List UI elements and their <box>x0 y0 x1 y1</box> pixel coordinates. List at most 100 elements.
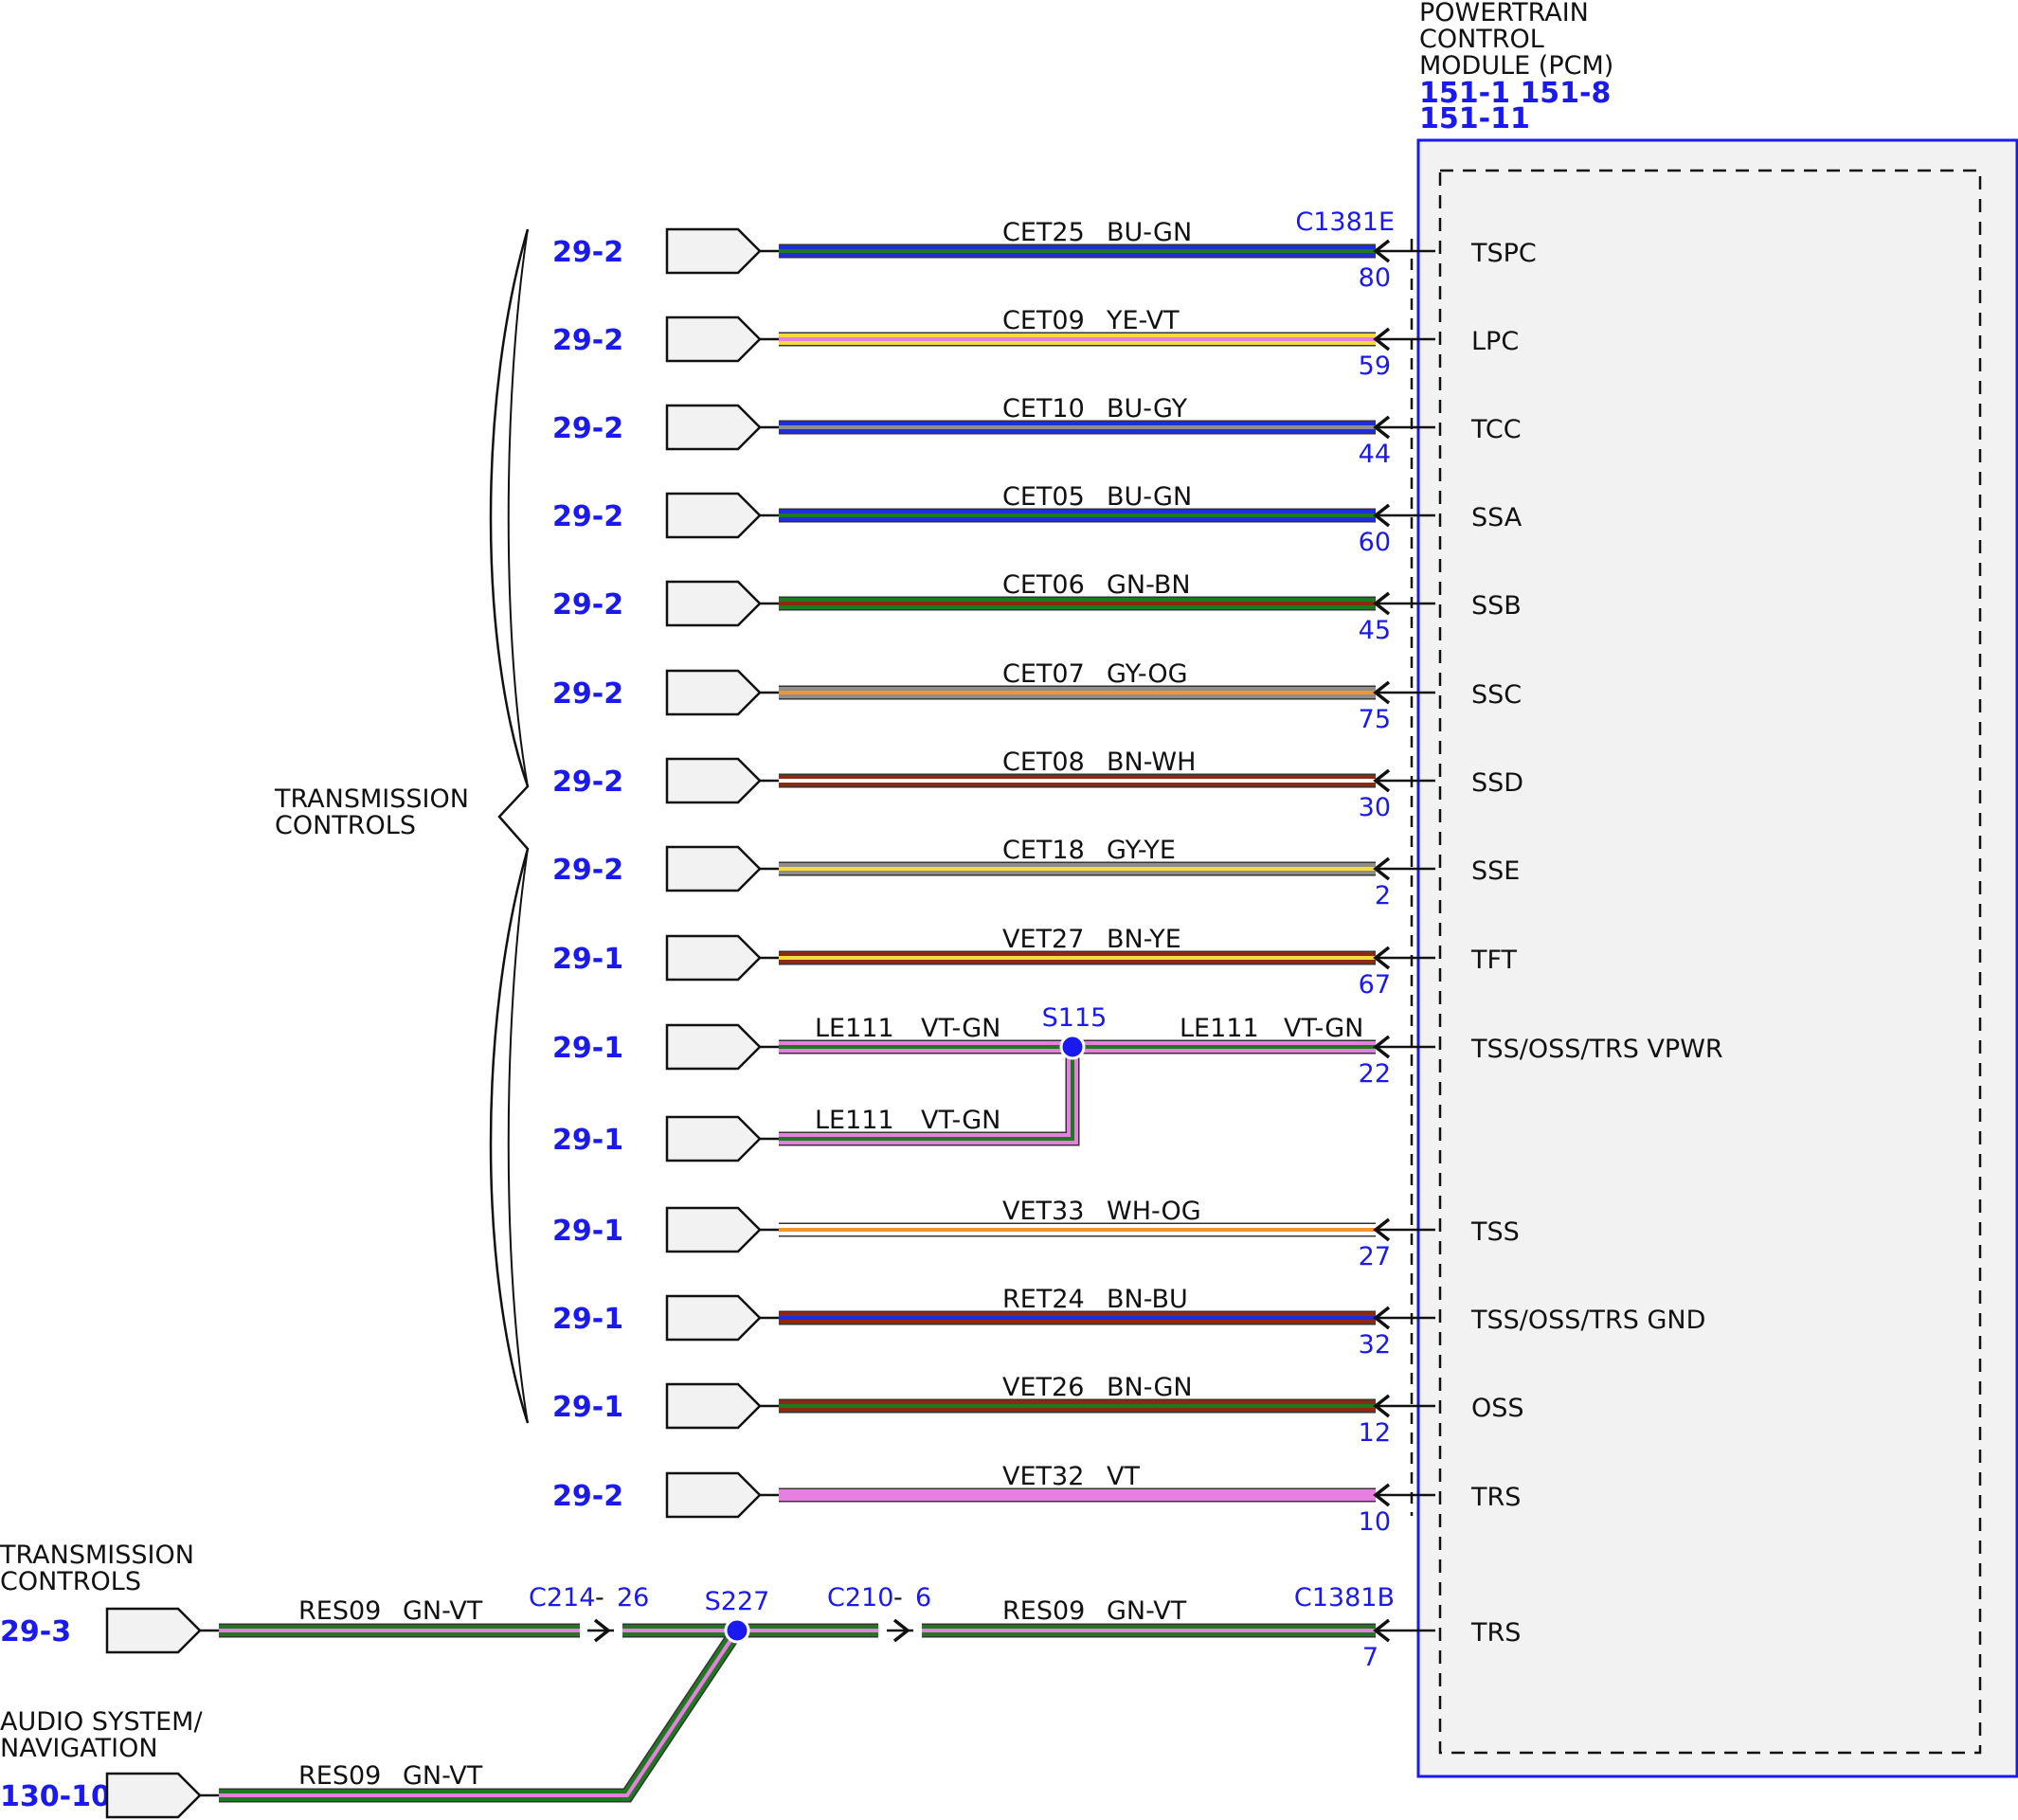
wire-color: GN-BN <box>1107 570 1191 600</box>
connector-cet06[interactable] <box>665 580 762 627</box>
circuit-row: 29-2 CET06 GN-BN 45 SSB <box>552 570 1522 645</box>
connector-source2[interactable] <box>105 1772 202 1819</box>
connector-source1[interactable] <box>105 1607 202 1654</box>
circuit-ref: 29-1 <box>552 1215 623 1248</box>
circuit-id: CET18 <box>1002 836 1085 865</box>
connector-vet27[interactable] <box>665 934 762 982</box>
connector-cet08[interactable] <box>665 757 762 804</box>
wire-color-left: VT-GN <box>921 1014 1000 1043</box>
circuit-id: CET07 <box>1002 659 1085 689</box>
splice-s115-dot[interactable] <box>1059 1034 1086 1060</box>
connector-c210-label: C210 <box>827 1583 893 1613</box>
pin-number: 67 <box>1359 970 1391 1000</box>
circuit-id: VET27 <box>1002 925 1084 954</box>
group-label-line-1: TRANSMISSION <box>274 784 469 814</box>
circuit-row: 29-1 VET27 BN-YE 67 TFT <box>552 925 1518 1000</box>
circuit-ref: 29-1 <box>552 943 623 976</box>
pin-number: 80 <box>1359 263 1391 293</box>
source2-line-1: AUDIO SYSTEM/ <box>0 1707 203 1737</box>
signal-name: TCC <box>1470 415 1522 444</box>
wire-color: BN-BU <box>1107 1285 1188 1314</box>
wire-color-branch: VT-GN <box>921 1106 1000 1135</box>
connector-ret24[interactable] <box>665 1294 762 1342</box>
circuit-row: 29-2 CET05 BU-GN 60 SSA <box>552 482 1523 557</box>
connector-cet25[interactable] <box>665 227 762 275</box>
connector-cet05[interactable] <box>665 492 762 539</box>
transmission-controls-group: TRANSMISSION CONTROLS <box>274 228 530 1424</box>
circuit-row: 29-1 VET26 BN-GN 12 OSS <box>552 1373 1524 1448</box>
wire-color: BU-GY <box>1107 394 1188 423</box>
circuit-ref: 29-2 <box>552 766 623 799</box>
splice-s227-dot[interactable] <box>724 1617 750 1644</box>
source1-ref: 29-3 <box>0 1615 71 1649</box>
circuit-id-seg3: RES09 <box>1002 1596 1085 1626</box>
circuit-id: CET25 <box>1002 218 1085 247</box>
signal-name: TRS <box>1470 1483 1521 1512</box>
wire-color: GY-YE <box>1107 836 1176 865</box>
signal-name: SSD <box>1471 768 1523 798</box>
connector-vet26[interactable] <box>665 1382 762 1430</box>
connector-vet33[interactable] <box>665 1206 762 1253</box>
signal-name: TFT <box>1470 946 1518 975</box>
pin-number: 2 <box>1375 881 1391 910</box>
circuit-row: 29-2 CET08 BN-WH 30 SSD <box>552 748 1523 822</box>
pin-number: 10 <box>1359 1507 1391 1537</box>
circuit-ref: 29-1 <box>552 1391 623 1424</box>
wire-color-seg1: GN-VT <box>403 1596 483 1626</box>
bottom-circuit-group: TRANSMISSIONCONTROLS 29-3 AUDIO SYSTEM/NAV… <box>0 1541 1521 1819</box>
signal-name: SSA <box>1471 503 1523 532</box>
circuit-id-seg1: RES09 <box>298 1596 381 1626</box>
splice-ref-top: 29-1 <box>552 1032 623 1065</box>
signal-name: TSPC <box>1470 239 1537 268</box>
connector-cet18[interactable] <box>665 845 762 892</box>
pcm-ref-line-2: 151-11 <box>1419 102 1530 135</box>
circuit-id: VET33 <box>1002 1197 1084 1226</box>
signal-name: SSE <box>1471 856 1520 886</box>
pin-number: 7 <box>1362 1643 1378 1672</box>
circuit-id: CET08 <box>1002 748 1085 777</box>
splice-s115-label: S115 <box>1042 1003 1108 1033</box>
wiring-diagram: POWERTRAIN CONTROL MODULE (PCM) 151-1 15… <box>0 0 2018 1819</box>
connector-le111-top[interactable] <box>665 1023 762 1071</box>
circuit-id-branch: LE111 <box>815 1106 894 1135</box>
connector-c214-dash: - <box>595 1583 604 1613</box>
signal-name: OSS <box>1471 1394 1524 1423</box>
circuit-id-left: LE111 <box>815 1014 894 1043</box>
signal-name: TSS <box>1470 1217 1520 1247</box>
pin-number: 12 <box>1359 1418 1391 1448</box>
circuit-ref: 29-2 <box>552 588 623 622</box>
pcm-title-line-2: CONTROL <box>1419 25 1544 54</box>
wire-color: BN-WH <box>1107 748 1196 777</box>
wire-color: BU-GN <box>1107 218 1192 247</box>
pin-number: 45 <box>1359 616 1391 645</box>
circuit-id: CET10 <box>1002 394 1085 423</box>
signal-name: LPC <box>1471 327 1519 356</box>
connector-vet32[interactable] <box>665 1471 762 1519</box>
circuit-ref: 29-2 <box>552 324 623 357</box>
circuit-row: 29-2 CET07 GY-OG 75 SSC <box>552 659 1522 734</box>
wire-color-branch: GN-VT <box>403 1761 483 1791</box>
connector-le111-bottom[interactable] <box>665 1115 762 1162</box>
group-label-line-2: CONTROLS <box>275 811 416 840</box>
circuit-id: CET09 <box>1002 306 1085 335</box>
connector-c214-pin: 26 <box>617 1583 649 1613</box>
group-brace <box>489 228 530 1424</box>
circuit-row: 29-2 CET18 GY-YE 2 SSE <box>552 836 1520 910</box>
circuit-row: 29-2 CET09 YE-VT 59 LPC <box>552 306 1519 381</box>
connector-c214-label: C214 <box>529 1583 595 1613</box>
circuit-ref: 29-2 <box>552 500 623 533</box>
connector-cet10[interactable] <box>665 404 762 451</box>
circuit-ref: 29-2 <box>552 412 623 445</box>
wire-color: BN-YE <box>1107 925 1181 954</box>
connector-c210-dash: - <box>893 1583 903 1613</box>
circuit-row: 29-2 CET10 BU-GY 44 TCC <box>552 394 1522 469</box>
connector-cet07[interactable] <box>665 669 762 716</box>
circuit-id-right: LE111 <box>1180 1014 1259 1043</box>
wire-color: WH-OG <box>1107 1197 1201 1226</box>
connector-cet09[interactable] <box>665 315 762 363</box>
circuit-id: CET05 <box>1002 482 1085 512</box>
splice-ref-bottom: 29-1 <box>552 1124 623 1157</box>
signal-name: SSC <box>1471 680 1522 710</box>
pin-number: 75 <box>1359 705 1391 734</box>
source2-line-2: NAVIGATION <box>0 1734 158 1763</box>
